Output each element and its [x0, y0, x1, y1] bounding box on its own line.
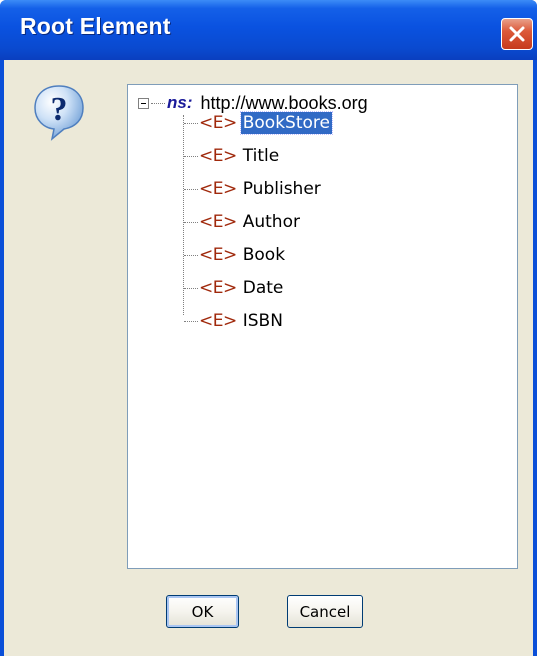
title-bar[interactable]: Root Element	[0, 0, 537, 60]
tree-item-publisher[interactable]: <E> Publisher	[184, 174, 323, 204]
dialog-body: ? ns: http://www.books.org <E> BookStore…	[4, 60, 533, 656]
tree-item-label: BookStore	[239, 111, 333, 135]
tree-item-label: Author	[242, 212, 300, 232]
element-icon: <E>	[199, 212, 237, 232]
element-icon: <E>	[199, 146, 237, 166]
tree-item-isbn[interactable]: <E> ISBN	[184, 306, 285, 336]
svg-text:?: ?	[51, 91, 68, 128]
dialog-window: Root Element ? ns: http://www.books.org …	[0, 0, 537, 656]
collapse-toggle[interactable]	[138, 97, 149, 109]
element-icon: <E>	[199, 311, 237, 331]
tree-view[interactable]: ns: http://www.books.org <E> BookStore <…	[127, 84, 518, 569]
element-icon: <E>	[199, 113, 237, 133]
element-icon: <E>	[199, 179, 237, 199]
cancel-button[interactable]: Cancel	[287, 595, 363, 628]
tree-item-label: ISBN	[242, 311, 283, 331]
tree-item-label: Book	[242, 245, 286, 265]
tree-item-author[interactable]: <E> Author	[184, 207, 302, 237]
tree-item-title[interactable]: <E> Title	[184, 141, 281, 171]
tree-item-bookstore[interactable]: <E> BookStore	[184, 108, 333, 138]
close-icon	[509, 26, 525, 42]
element-icon: <E>	[199, 245, 237, 265]
close-button[interactable]	[501, 18, 533, 50]
ok-button[interactable]: OK	[166, 595, 239, 628]
dialog-title: Root Element	[20, 13, 171, 39]
tree-item-date[interactable]: <E> Date	[184, 273, 285, 303]
tree-connector	[151, 102, 165, 104]
element-icon: <E>	[199, 278, 237, 298]
tree-item-label: Title	[242, 146, 280, 166]
tree-item-book[interactable]: <E> Book	[184, 240, 287, 270]
question-icon: ?	[34, 85, 84, 141]
tree-item-label: Date	[242, 278, 284, 298]
tree-item-label: Publisher	[242, 179, 321, 199]
